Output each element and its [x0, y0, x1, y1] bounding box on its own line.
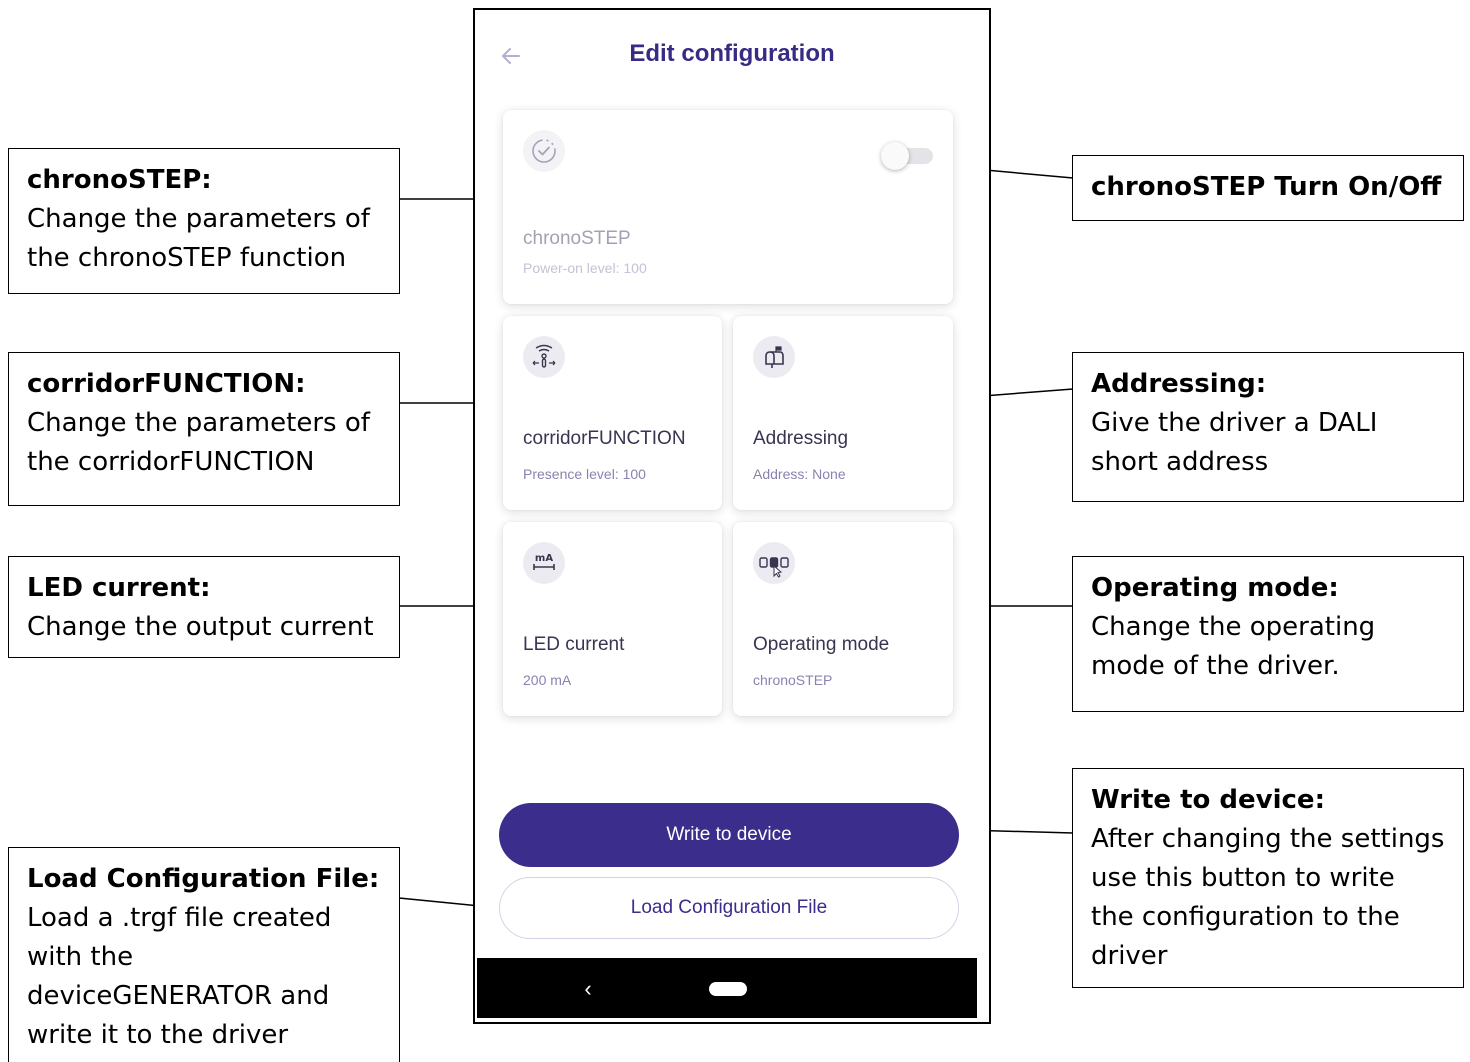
- card-title: LED current: [523, 634, 625, 655]
- callout-body: Change the parameters of the chronoSTEP …: [27, 204, 370, 273]
- card-subtitle: Presence level: 100: [523, 466, 646, 482]
- mode-select-icon: [753, 542, 795, 584]
- load-configuration-file-button[interactable]: Load Configuration File: [499, 877, 959, 939]
- mailbox-icon: [753, 336, 795, 378]
- callout-write-device: Write to device: After changing the sett…: [1072, 768, 1464, 988]
- addressing-card[interactable]: Addressing Address: None: [733, 316, 953, 510]
- callout-title: Write to device:: [1091, 785, 1325, 815]
- led-current-card[interactable]: mA LED current 200 mA: [503, 522, 722, 716]
- callout-title: Operating mode:: [1091, 573, 1339, 603]
- phone-screen: Edit configuration chronoSTEP Power-on l…: [473, 8, 991, 1024]
- chronostep-card[interactable]: chronoSTEP Power-on level: 100: [503, 110, 953, 304]
- callout-body: Give the driver a DALI short address: [1091, 408, 1378, 477]
- card-title: Operating mode: [753, 634, 890, 655]
- corridor-function-card[interactable]: corridorFUNCTION Presence level: 100: [503, 316, 722, 510]
- callout-body: Change the output current: [27, 612, 374, 642]
- toggle-knob: [881, 142, 909, 170]
- card-subtitle: Power-on level: 100: [523, 260, 647, 276]
- callout-body: Load a .trgf file created with the devic…: [27, 903, 332, 1050]
- svg-text:mA: mA: [535, 553, 553, 564]
- page-title: Edit configuration: [629, 40, 835, 67]
- callout-title: Load Configuration File:: [27, 864, 380, 894]
- card-subtitle: 200 mA: [523, 672, 572, 688]
- callout-corridor: corridorFUNCTION: Change the parameters …: [8, 352, 400, 506]
- nav-back-icon[interactable]: ‹: [573, 974, 603, 1004]
- callout-title: Addressing:: [1091, 369, 1267, 399]
- card-title: chronoSTEP: [523, 228, 631, 249]
- system-navigation-bar: ‹: [477, 958, 977, 1018]
- card-title: Addressing: [753, 428, 849, 449]
- nav-home-pill-icon[interactable]: [709, 982, 747, 996]
- callout-led-current: LED current: Change the output current: [8, 556, 400, 658]
- callout-title: chronoSTEP Turn On/Off: [1091, 172, 1442, 202]
- callout-title: corridorFUNCTION:: [27, 369, 306, 399]
- callout-toggle: chronoSTEP Turn On/Off: [1072, 155, 1464, 221]
- operating-mode-card[interactable]: Operating mode chronoSTEP: [733, 522, 953, 716]
- write-to-device-button[interactable]: Write to device: [499, 803, 959, 867]
- milliamp-icon: mA: [523, 542, 565, 584]
- callout-operating-mode: Operating mode: Change the operating mod…: [1072, 556, 1464, 712]
- chronostep-toggle[interactable]: [881, 142, 933, 170]
- callout-body: Change the parameters of the corridorFUN…: [27, 408, 370, 477]
- callout-title: chronoSTEP:: [27, 165, 212, 195]
- callout-load-file: Load Configuration File: Load a .trgf fi…: [8, 847, 400, 1062]
- presence-sensor-icon: [523, 336, 565, 378]
- callout-title: LED current:: [27, 573, 211, 603]
- card-subtitle: chronoSTEP: [753, 672, 833, 688]
- callout-body: Change the operating mode of the driver.: [1091, 612, 1376, 681]
- callout-body: After changing the settings use this but…: [1091, 824, 1445, 971]
- clock-icon: [523, 130, 565, 172]
- card-title: corridorFUNCTION: [523, 428, 686, 449]
- callout-addressing: Addressing: Give the driver a DALI short…: [1072, 352, 1464, 502]
- callout-chronostep: chronoSTEP: Change the parameters of the…: [8, 148, 400, 294]
- card-subtitle: Address: None: [753, 466, 846, 482]
- app-header: Edit configuration: [475, 10, 989, 100]
